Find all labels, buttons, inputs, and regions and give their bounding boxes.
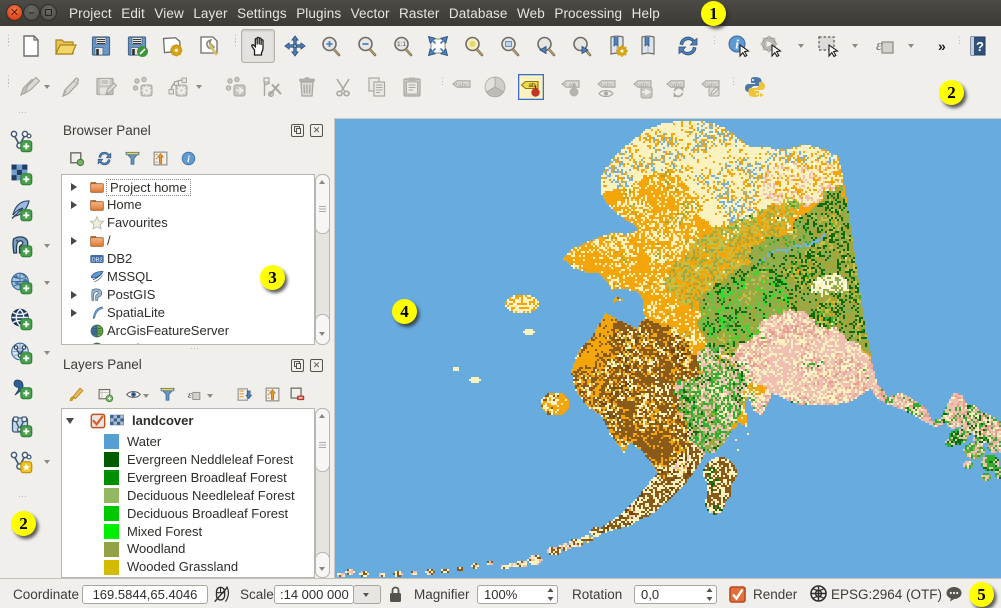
svg-text:ε: ε: [188, 390, 193, 401]
svg-text:i: i: [735, 37, 739, 52]
svg-text:abc: abc: [458, 82, 470, 89]
svg-text:1:1: 1:1: [397, 41, 406, 48]
svg-text:DB2: DB2: [91, 257, 102, 263]
svg-text:ε: ε: [876, 38, 882, 54]
svg-text:i: i: [187, 154, 190, 165]
svg-text:abc: abc: [603, 82, 615, 89]
svg-text:?: ?: [976, 39, 984, 54]
